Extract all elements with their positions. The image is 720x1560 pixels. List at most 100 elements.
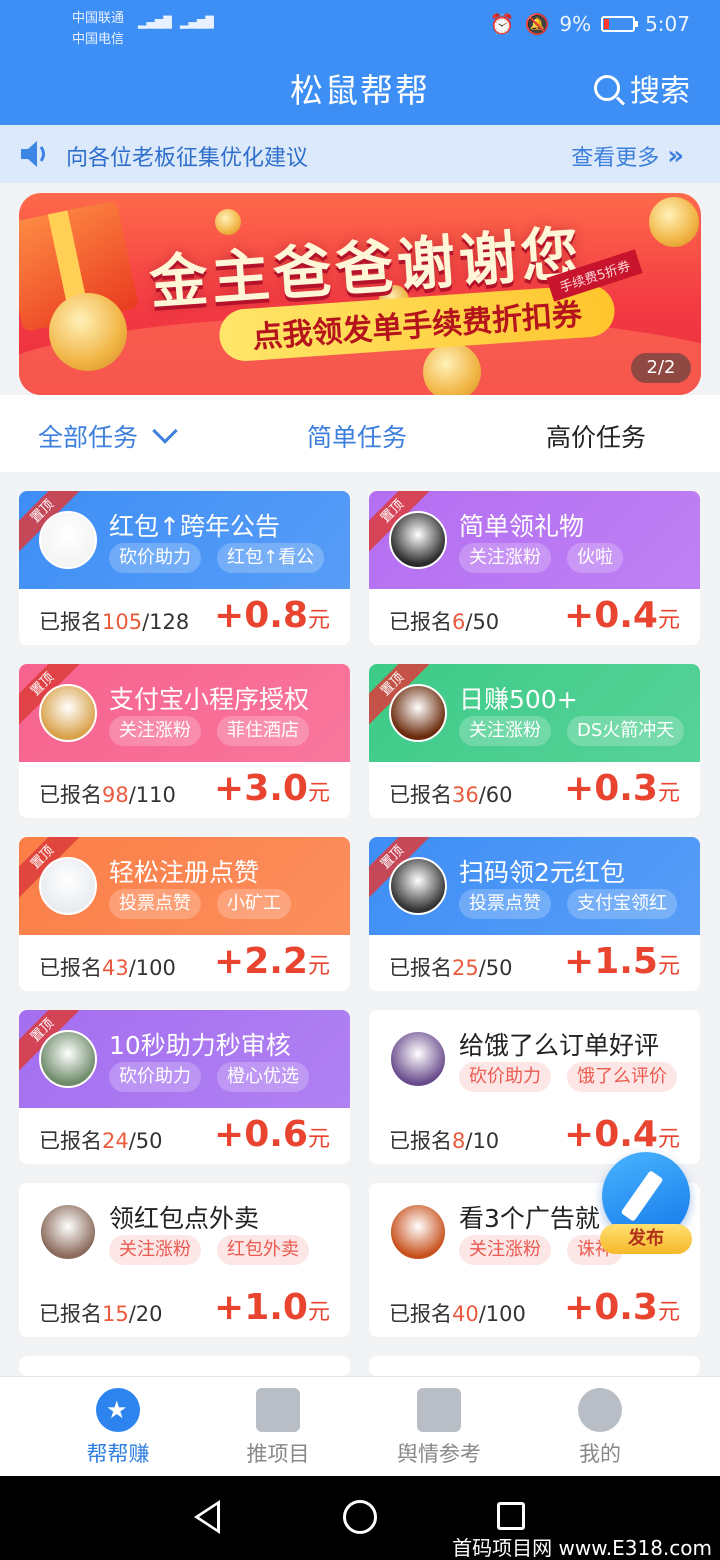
task-reward: +0.3元	[564, 1287, 680, 1328]
avatar	[39, 511, 97, 569]
enroll-count: 已报名15/20	[39, 1298, 163, 1328]
see-more-link[interactable]: 查看更多 »	[571, 140, 684, 172]
avatar	[389, 857, 447, 915]
task-card[interactable]: 置顶 红包↑跨年公告 砍价助力 红包↑看公 已报名105/128 +0.8元	[19, 491, 350, 645]
home-icon[interactable]	[343, 1500, 377, 1534]
avatar	[39, 684, 97, 742]
enrolled-number: 40	[452, 1302, 479, 1326]
task-tag: 关注涨粉	[109, 1235, 201, 1265]
coin-icon	[423, 343, 481, 395]
task-tag: DS火箭冲天	[567, 716, 685, 746]
nav-label: 我的	[579, 1442, 621, 1466]
task-tag: 菲住酒店	[217, 716, 309, 746]
nav-item-projects[interactable]: 推项目	[218, 1388, 338, 1468]
enroll-total: /10	[465, 1129, 500, 1153]
task-tag: 支付宝领红	[567, 889, 677, 919]
enroll-label: 已报名	[39, 610, 102, 634]
enrolled-number: 6	[452, 610, 466, 634]
task-card[interactable]: 置顶 轻松注册点赞 投票点赞 小矿工 已报名43/100 +2.2元	[19, 837, 350, 991]
avatar	[39, 857, 97, 915]
signal-icon: ▂▄▆█	[138, 16, 172, 29]
task-title: 给饿了么订单好评	[459, 1031, 660, 1060]
enroll-label: 已报名	[389, 610, 452, 634]
task-card[interactable]: 置顶 日赚500+ 关注涨粉 DS火箭冲天 已报名36/60 +0.3元	[369, 664, 700, 818]
enroll-total: /50	[478, 956, 513, 980]
avatar	[39, 1030, 97, 1088]
task-tag: 饿了么评价	[567, 1062, 677, 1092]
enroll-count: 已报名8/10	[389, 1125, 499, 1155]
promo-banner[interactable]: 金主爸爸谢谢您 点我领发单手续费折扣券 手续费5折券 2/2	[19, 193, 701, 395]
enrolled-number: 36	[452, 783, 479, 807]
enrolled-number: 25	[452, 956, 479, 980]
tab-all-label: 全部任务	[38, 423, 139, 452]
task-title: 领红包点外卖	[109, 1204, 260, 1233]
battery-percent: 9%	[559, 12, 592, 36]
enroll-label: 已报名	[389, 956, 452, 980]
nav-item-earn[interactable]: ★ 帮帮赚	[58, 1388, 178, 1468]
nav-item-reference[interactable]: 舆情参考	[379, 1388, 499, 1468]
app-header: 中国联通 中国电信 ▂▄▆█ ▂▄▆█ ⏰ 🔕 9% 5:07 松鼠帮帮 搜索	[0, 0, 720, 125]
reward-amount: +0.3	[564, 1287, 658, 1328]
reward-unit: 元	[307, 1300, 330, 1325]
reward-unit: 元	[657, 781, 680, 806]
enrolled-number: 8	[452, 1129, 466, 1153]
carrier-2: 中国电信	[72, 32, 125, 47]
enroll-count: 已报名98/110	[39, 779, 176, 809]
task-title: 红包↑跨年公告	[109, 512, 280, 541]
task-reward: +0.6元	[214, 1114, 330, 1155]
enroll-total: /100	[478, 1302, 526, 1326]
task-tag: 砍价助力	[109, 1062, 201, 1092]
alarm-icon: ⏰	[489, 12, 515, 36]
star-icon: ★	[96, 1388, 140, 1432]
tab-high-price-tasks[interactable]: 高价任务	[546, 418, 646, 454]
chevron-down-icon	[152, 418, 178, 444]
double-chevron-icon: »	[667, 141, 684, 171]
publish-button[interactable]: 发布	[600, 1152, 692, 1254]
task-tag: 红包↑看公	[217, 543, 325, 573]
task-card[interactable]: 置顶 支付宝小程序授权 关注涨粉 菲住酒店 已报名98/110 +3.0元	[19, 664, 350, 818]
task-card[interactable]	[19, 1356, 350, 1376]
enroll-total: /20	[128, 1302, 163, 1326]
task-card[interactable]: 给饿了么订单好评 砍价助力 饿了么评价 已报名8/10 +0.4元	[369, 1010, 700, 1164]
task-card[interactable]	[369, 1356, 700, 1376]
enrolled-number: 15	[102, 1302, 129, 1326]
enroll-count: 已报名6/50	[389, 606, 499, 636]
notice-text[interactable]: 向各位老板征集优化建议	[66, 140, 308, 172]
reward-amount: +0.4	[564, 1114, 658, 1155]
carrier-1: 中国联通	[72, 11, 125, 26]
tab-simple-tasks[interactable]: 简单任务	[307, 418, 407, 454]
task-card[interactable]: 领红包点外卖 关注涨粉 红包外卖 已报名15/20 +1.0元	[19, 1183, 350, 1337]
enroll-total: /128	[142, 610, 190, 634]
enroll-label: 已报名	[39, 783, 102, 807]
avatar	[389, 684, 447, 742]
nav-item-mine[interactable]: 我的	[540, 1388, 660, 1468]
enroll-total: /60	[478, 783, 513, 807]
enroll-total: /50	[465, 610, 500, 634]
back-icon[interactable]	[194, 1500, 220, 1534]
reward-unit: 元	[307, 608, 330, 633]
nav-label: 推项目	[246, 1442, 310, 1466]
reward-unit: 元	[657, 954, 680, 979]
signal-icon: ▂▄▆█	[180, 16, 214, 29]
clock: 5:07	[645, 12, 690, 36]
battery-icon	[601, 16, 639, 32]
task-card[interactable]: 置顶 简单领礼物 关注涨粉 伙啦 已报名6/50 +0.4元	[369, 491, 700, 645]
task-card[interactable]: 置顶 10秒助力秒审核 砍价助力 橙心优选 已报名24/50 +0.6元	[19, 1010, 350, 1164]
recent-apps-icon[interactable]	[497, 1502, 525, 1530]
reward-unit: 元	[307, 1127, 330, 1152]
task-tag: 投票点赞	[459, 889, 551, 919]
speaker-icon	[21, 141, 45, 167]
tab-all-tasks[interactable]: 全部任务	[38, 418, 178, 454]
document-icon	[256, 1388, 300, 1432]
reward-unit: 元	[307, 954, 330, 979]
user-icon	[578, 1388, 622, 1432]
enroll-label: 已报名	[389, 1129, 452, 1153]
enroll-count: 已报名105/128	[39, 606, 189, 636]
task-tag: 关注涨粉	[459, 543, 551, 573]
task-card[interactable]: 置顶 扫码领2元红包 投票点赞 支付宝领红 已报名25/50 +1.5元	[369, 837, 700, 991]
reward-unit: 元	[657, 1127, 680, 1152]
search-button[interactable]: 搜索	[594, 66, 690, 110]
status-bar: 中国联通 中国电信 ▂▄▆█ ▂▄▆█ ⏰ 🔕 9% 5:07	[0, 0, 720, 58]
mute-icon: 🔕	[524, 12, 550, 36]
task-title: 扫码领2元红包	[459, 858, 625, 887]
